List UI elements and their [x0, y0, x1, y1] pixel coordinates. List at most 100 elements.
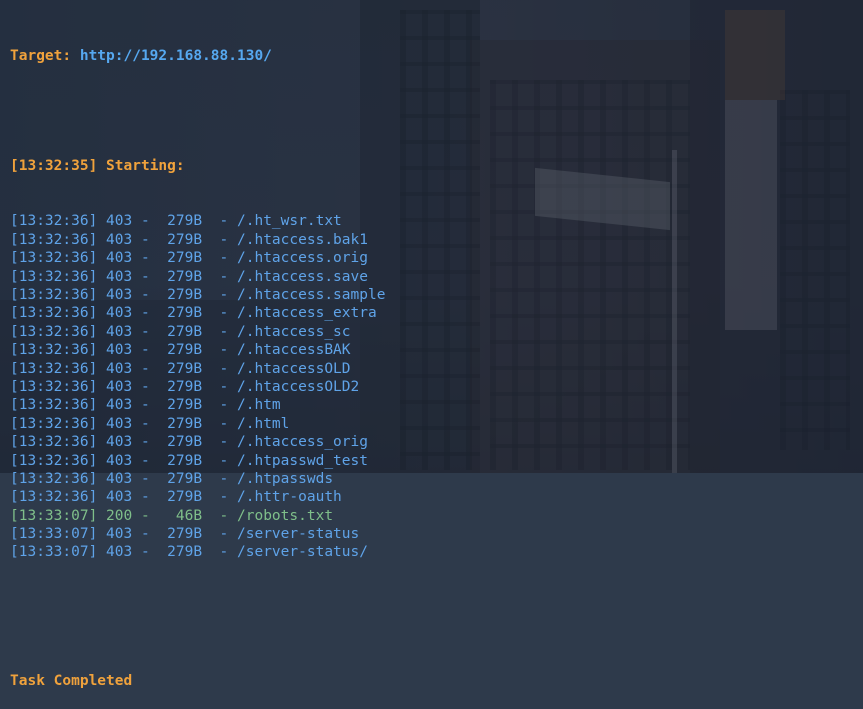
target-label: Target: — [10, 47, 72, 64]
result-timestamp: [13:32:36] — [10, 250, 98, 267]
result-timestamp: [13:32:36] — [10, 360, 98, 377]
result-status-code: 403 — [106, 213, 133, 230]
result-path: /.htaccess.save — [237, 268, 368, 285]
result-timestamp: [13:32:36] — [10, 489, 98, 506]
starting-line: [13:32:35] Starting: — [10, 157, 385, 175]
result-row: [13:32:36] 403 - 279B - /.htaccessBAK — [10, 342, 351, 359]
result-status-code: 403 — [106, 378, 133, 395]
result-timestamp: [13:32:36] — [10, 415, 98, 432]
result-timestamp: [13:32:36] — [10, 323, 98, 340]
result-row: [13:32:36] 403 - 279B - /.htaccess.save — [10, 268, 368, 285]
result-row: [13:32:36] 403 - 279B - /.htaccessOLD — [10, 360, 351, 377]
result-row: [13:32:36] 403 - 279B - /.htaccess.sampl… — [10, 286, 386, 303]
result-status-code: 403 — [106, 250, 133, 267]
result-timestamp: [13:33:07] — [10, 526, 98, 543]
result-timestamp: [13:32:36] — [10, 213, 98, 230]
starting-label: Starting: — [106, 158, 185, 175]
starting-timestamp: [13:32:35] — [10, 158, 98, 175]
result-size: 279B — [167, 250, 203, 267]
result-size: 279B — [167, 415, 203, 432]
result-timestamp: [13:32:36] — [10, 452, 98, 469]
result-row: [13:32:36] 403 - 279B - /.htpasswd_test — [10, 452, 368, 469]
result-path: /.htaccess.sample — [237, 286, 386, 303]
result-path: /.htaccess_orig — [237, 434, 368, 451]
result-status-code: 403 — [106, 231, 133, 248]
result-size: 279B — [167, 286, 203, 303]
result-row: [13:32:36] 403 - 279B - /.ht_wsr.txt — [10, 213, 342, 230]
result-status-code: 403 — [106, 526, 133, 543]
result-status-code: 403 — [106, 544, 133, 561]
result-timestamp: [13:32:36] — [10, 470, 98, 487]
result-size: 279B — [167, 434, 203, 451]
result-status-code: 403 — [106, 286, 133, 303]
result-size: 279B — [167, 213, 203, 230]
result-status-code: 403 — [106, 268, 133, 285]
result-row: [13:33:07] 403 - 279B - /server-status/ — [10, 544, 368, 561]
result-row: [13:32:36] 403 - 279B - /.htaccessOLD2 — [10, 378, 360, 395]
result-row: [13:32:36] 403 - 279B - /.html — [10, 415, 290, 432]
result-row: [13:32:36] 403 - 279B - /.htm — [10, 397, 281, 414]
result-path: /.htaccess.orig — [237, 250, 368, 267]
result-row: [13:33:07] 403 - 279B - /server-status — [10, 526, 360, 543]
result-size: 279B — [167, 305, 203, 322]
result-status-code: 403 — [106, 470, 133, 487]
result-size: 279B — [167, 378, 203, 395]
result-status-code: 403 — [106, 489, 133, 506]
result-timestamp: [13:32:36] — [10, 378, 98, 395]
result-timestamp: [13:32:36] — [10, 231, 98, 248]
target-line: Target: http://192.168.88.130/ — [10, 47, 385, 65]
result-timestamp: [13:32:36] — [10, 305, 98, 322]
result-size: 279B — [167, 397, 203, 414]
result-path: /.html — [237, 415, 290, 432]
result-status-code: 403 — [106, 397, 133, 414]
result-list: [13:32:36] 403 - 279B - /.ht_wsr.txt [13:… — [10, 212, 385, 561]
result-path: /.htaccess.bak1 — [237, 231, 368, 248]
result-path: /.htm — [237, 397, 281, 414]
result-row: [13:32:36] 403 - 279B - /.htaccess_orig — [10, 434, 368, 451]
result-size: 279B — [167, 544, 203, 561]
result-timestamp: [13:32:36] — [10, 268, 98, 285]
result-status-code: 403 — [106, 342, 133, 359]
result-row: [13:32:36] 403 - 279B - /.htaccess.orig — [10, 250, 368, 267]
result-path: /.httr-oauth — [237, 489, 342, 506]
result-path: /.htaccessOLD2 — [237, 378, 360, 395]
result-status-code: 403 — [106, 452, 133, 469]
result-status-code: 403 — [106, 415, 133, 432]
result-path: /.htaccessBAK — [237, 342, 351, 359]
result-status-code: 403 — [106, 360, 133, 377]
result-timestamp: [13:32:36] — [10, 286, 98, 303]
result-row: [13:32:36] 403 - 279B - /.htaccess.bak1 — [10, 231, 368, 248]
result-size: 279B — [167, 342, 203, 359]
result-timestamp: [13:32:36] — [10, 397, 98, 414]
result-status-code: 403 — [106, 434, 133, 451]
result-status-code: 200 — [106, 507, 133, 524]
result-path: /.htaccess_sc — [237, 323, 351, 340]
result-status-code: 403 — [106, 305, 133, 322]
result-path: /.htaccess_extra — [237, 305, 377, 322]
result-timestamp: [13:32:36] — [10, 434, 98, 451]
result-size: 46B — [175, 507, 203, 524]
result-status-code: 403 — [106, 323, 133, 340]
result-path: /.ht_wsr.txt — [237, 213, 342, 230]
result-path: /server-status — [237, 526, 360, 543]
task-completed-label: Task Completed — [10, 673, 133, 690]
result-row: [13:32:36] 403 - 279B - /.httr-oauth — [10, 489, 342, 506]
result-row: [13:32:36] 403 - 279B - /.htaccess_extra — [10, 305, 377, 322]
result-path: /.htpasswds — [237, 470, 334, 487]
result-path: /.htpasswd_test — [237, 452, 368, 469]
result-timestamp: [13:32:36] — [10, 342, 98, 359]
result-size: 279B — [167, 526, 203, 543]
completed-line: Task Completed — [10, 672, 385, 690]
terminal-output[interactable]: Target: http://192.168.88.130/ [13:32:35… — [10, 10, 385, 709]
result-size: 279B — [167, 360, 203, 377]
result-size: 279B — [167, 268, 203, 285]
target-url: http://192.168.88.130/ — [79, 47, 272, 64]
result-size: 279B — [167, 489, 203, 506]
result-timestamp: [13:33:07] — [10, 507, 98, 524]
result-timestamp: [13:33:07] — [10, 544, 98, 561]
result-size: 279B — [167, 231, 203, 248]
result-row: [13:33:07] 200 - 46B - /robots.txt — [10, 507, 334, 524]
result-size: 279B — [167, 323, 203, 340]
result-path: /server-status/ — [237, 544, 368, 561]
